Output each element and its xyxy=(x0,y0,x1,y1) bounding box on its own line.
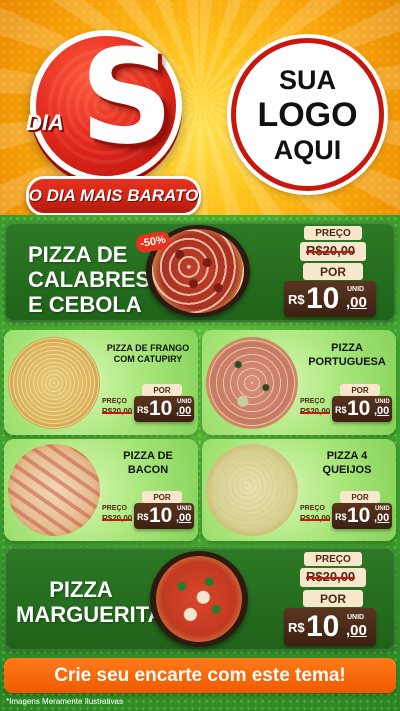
product-name: PIZZA PORTUGUESA xyxy=(308,342,386,368)
product-name: PIZZA 4 QUEIJOS xyxy=(322,450,372,476)
now-label: POR xyxy=(303,263,363,280)
current-price: R$ 10 UNID ,00 xyxy=(284,608,376,646)
price-label: PREÇO xyxy=(304,552,362,566)
dia-s-logo-letter: S xyxy=(80,21,174,173)
now-label: POR xyxy=(142,491,182,503)
header-banner: DIA S O DIA MAIS BARATO SUA LOGO AQUI xyxy=(0,0,400,215)
dia-s-logo-ribbon: O DIA MAIS BARATO xyxy=(26,176,201,215)
logo-placeholder-line-2: LOGO xyxy=(257,95,358,134)
footnote: *Imagens Meramente Ilustrativas xyxy=(6,697,123,706)
old-price-block: PREÇO xyxy=(102,398,127,405)
dia-s-logo-dia: DIA xyxy=(26,110,64,135)
current-price: R$ 10 UNID ,00 xyxy=(134,503,194,529)
now-label: POR xyxy=(340,384,380,396)
pizza-4-queijos-image xyxy=(206,444,298,536)
cta-button[interactable]: Crie seu encarte com este tema! xyxy=(4,658,396,693)
product-name: PIZZA DE CALABRESA E CEBOLA xyxy=(28,242,167,317)
dia-s-logo: DIA S O DIA MAIS BARATO xyxy=(22,21,201,215)
logo-placeholder-line-1: SUA xyxy=(278,64,336,95)
now-label: POR xyxy=(303,590,363,607)
now-label: POR xyxy=(142,384,182,396)
price-integer: 10 xyxy=(306,282,340,315)
price-currency: R$ xyxy=(288,292,305,307)
price-decimal: ,00 xyxy=(346,294,367,311)
dia-s-tagline: O DIA MAIS BARATO xyxy=(28,186,199,205)
pizza-bacon-image xyxy=(8,444,100,536)
pizza-frango-image xyxy=(8,337,100,429)
product-name: PIZZA MARGUERITA xyxy=(16,577,164,627)
price-unit: UNID xyxy=(347,286,365,293)
old-price-box: R$20,00 xyxy=(300,568,366,587)
now-label: POR xyxy=(340,491,380,503)
old-price-box: R$20,00 xyxy=(300,242,366,261)
cta-label: Crie seu encarte com este tema! xyxy=(54,664,346,686)
current-price: R$ 10 UNID ,00 xyxy=(284,281,376,317)
product-name: PIZZA DE BACON xyxy=(123,450,173,476)
product-name: PIZZA DE FRANGO COM CATUPIRY xyxy=(106,343,190,364)
pizza-marguerita-image xyxy=(156,556,242,642)
logo-placeholder[interactable]: SUA LOGO AQUI xyxy=(231,38,384,191)
pizza-portuguesa-image xyxy=(206,337,298,429)
current-price: R$ 10 UNID ,00 xyxy=(134,396,194,422)
logo-placeholder-line-3: AQUI xyxy=(273,134,342,165)
current-price: R$ 10 UNID ,00 xyxy=(332,503,392,529)
price-label: PREÇO xyxy=(304,226,362,240)
current-price: R$ 10 UNID ,00 xyxy=(332,396,392,422)
